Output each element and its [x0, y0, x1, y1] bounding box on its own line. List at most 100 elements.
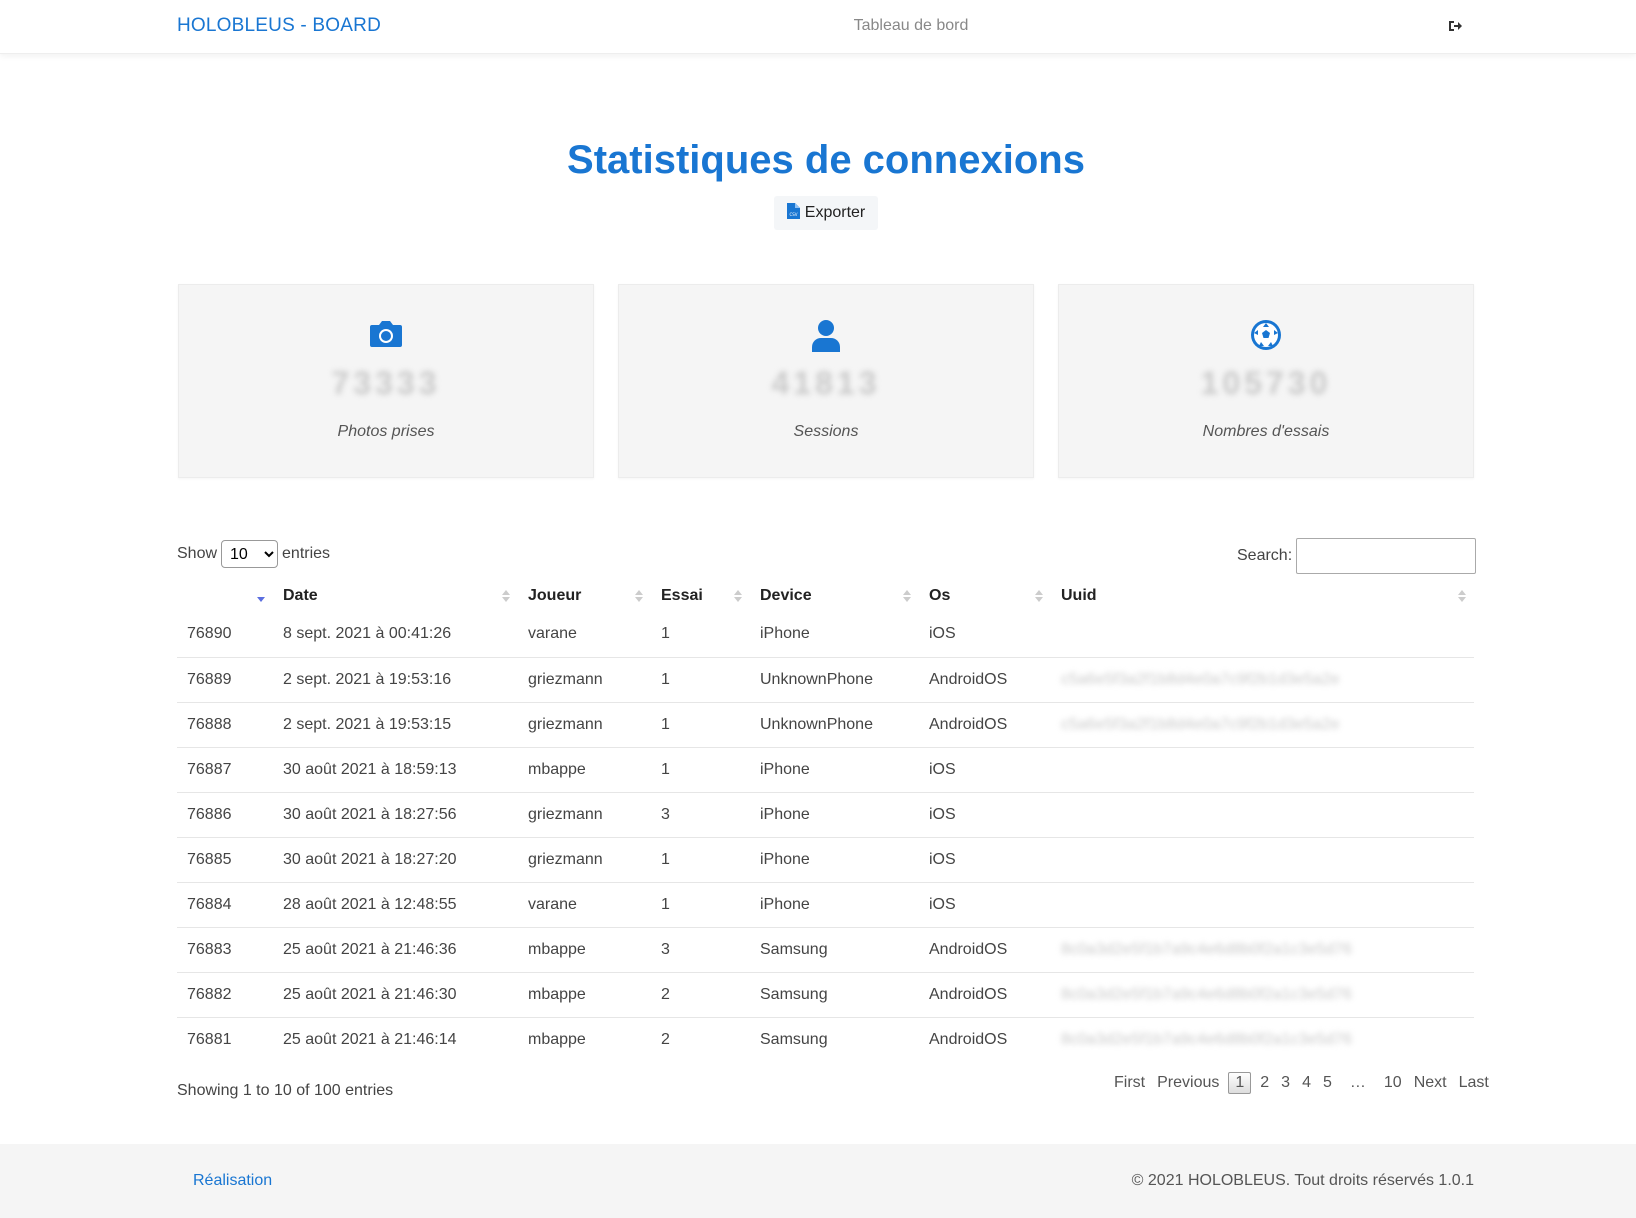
cell-os: iOS	[919, 747, 1051, 793]
table-row[interactable]: 76885 30 août 2021 à 18:27:20 griezmann 1 iP…	[177, 837, 1474, 883]
sort-both-icon	[502, 588, 510, 604]
table-row[interactable]: 76887 30 août 2021 à 18:59:13 mbappe 1 iPhon…	[177, 747, 1474, 793]
cell-uuid: c5a6e5f3a2f1b8d4e0a7c9f2b1d3e5a2e	[1051, 702, 1474, 748]
cell-os: AndroidOS	[919, 927, 1051, 973]
pagination-last[interactable]: Last	[1453, 1072, 1495, 1094]
cell-device: iPhone	[750, 792, 919, 838]
cell-id: 76884	[177, 882, 273, 928]
connections-table: Date Joueur Essai Device Os Uuid 76890 8…	[177, 580, 1474, 1062]
pagination-previous[interactable]: Previous	[1151, 1072, 1225, 1094]
cell-essai: 2	[661, 1030, 670, 1048]
cell-id: 76886	[177, 792, 273, 838]
stat-card-photos: 73333 Photos prises	[178, 284, 594, 478]
cell-device: iPhone	[750, 747, 919, 793]
page-length-control: Show 10 entries	[177, 540, 330, 568]
column-header-joueur[interactable]: Joueur	[518, 580, 651, 612]
cell-date: 30 août 2021 à 18:27:56	[273, 792, 518, 838]
cell-os: AndroidOS	[919, 702, 1051, 748]
cell-date: 30 août 2021 à 18:59:13	[273, 747, 518, 793]
table-info: Showing 1 to 10 of 100 entries	[177, 1082, 394, 1099]
cell-id: 76887	[177, 747, 273, 793]
nav-dashboard-link[interactable]: Tableau de bord	[0, 17, 1636, 35]
table-row[interactable]: 76890 8 sept. 2021 à 00:41:26 varane 1 iPhon…	[177, 612, 1474, 658]
stat-card-sessions: 41813 Sessions	[618, 284, 1034, 478]
sort-both-icon	[734, 588, 742, 604]
sort-both-icon	[903, 588, 911, 604]
cell-joueur: varane	[518, 882, 651, 928]
pagination-page-5[interactable]: 5	[1317, 1072, 1338, 1094]
column-header-device[interactable]: Device	[750, 580, 919, 612]
sign-out-icon[interactable]	[1447, 18, 1465, 36]
cell-essai: 2	[651, 972, 750, 1018]
pagination-next[interactable]: Next	[1408, 1072, 1453, 1094]
cell-date: 2 sept. 2021 à 19:53:15	[273, 702, 518, 748]
cell-id: 76888	[177, 702, 273, 748]
pagination-page-1[interactable]: 1	[1228, 1072, 1252, 1094]
cell-date: 8 sept. 2021 à 00:41:26	[273, 612, 518, 658]
cell-device: iPhone	[750, 882, 919, 928]
pagination-first[interactable]: First	[1108, 1072, 1151, 1094]
cell-device: Samsung	[750, 972, 919, 1018]
column-header-essai[interactable]: Essai	[651, 580, 750, 612]
cell-device: UnknownPhone	[750, 702, 919, 748]
realisation-link[interactable]: Réalisation	[193, 1172, 272, 1190]
cell-uuid: 8c0a3d2e5f1b7a9c4e6d8b0f2a1c3e5d76	[1051, 972, 1474, 1018]
column-header-uuid[interactable]: Uuid	[1051, 580, 1474, 612]
pagination-page-3[interactable]: 3	[1275, 1072, 1296, 1094]
table-row[interactable]: 76889 2 sept. 2021 à 19:53:16 griezmann 1 Un…	[177, 657, 1474, 703]
cell-joueur: griezmann	[518, 792, 651, 838]
page-footer: Réalisation © 2021 HOLOBLEUS. Tout droit…	[0, 1144, 1636, 1218]
page-length-select[interactable]: 10	[221, 540, 279, 568]
entries-label: entries	[282, 545, 331, 562]
cell-essai: 3	[651, 927, 750, 973]
cell-joueur: griezmann	[518, 702, 651, 748]
cell-device: iPhone	[750, 612, 919, 658]
column-header-os[interactable]: Os	[919, 580, 1051, 612]
cell-os: iOS	[919, 882, 1051, 928]
cell-id: 76885	[177, 837, 273, 883]
export-label: Exporter	[804, 204, 866, 221]
user-icon	[811, 319, 841, 358]
table-row[interactable]: 76884 28 août 2021 à 12:48:55 varane 1 iPhon…	[177, 882, 1474, 928]
cell-device: UnknownPhone	[750, 657, 919, 703]
cell-joueur: mbappe	[518, 972, 651, 1018]
table-row[interactable]: 76883 25 août 2021 à 21:46:36 mbappe 3 Samsu…	[177, 927, 1474, 973]
cell-uuid	[1051, 882, 1474, 928]
cell-joueur: griezmann	[518, 657, 651, 703]
cell-os: iOS	[919, 612, 1051, 658]
cell-joueur: mbappe	[518, 747, 651, 793]
search-input[interactable]	[1296, 538, 1477, 574]
cell-date: 25 août 2021 à 21:46:14	[283, 1030, 457, 1048]
cell-os: AndroidOS	[919, 657, 1051, 703]
top-navbar: HOLOBLEUS - BOARD Tableau de bord	[0, 0, 1636, 54]
soccer-ball-icon	[1250, 319, 1282, 356]
cell-essai: 1	[651, 837, 750, 883]
pagination-page-2[interactable]: 2	[1254, 1072, 1275, 1094]
table-row[interactable]: 76882 25 août 2021 à 21:46:30 mbappe 2 Samsu…	[177, 972, 1474, 1018]
sessions-count: 41813	[771, 365, 881, 401]
cell-date: 2 sept. 2021 à 19:53:16	[273, 657, 518, 703]
cell-essai: 3	[651, 792, 750, 838]
cell-essai: 1	[651, 882, 750, 928]
pagination-page-4[interactable]: 4	[1296, 1072, 1317, 1094]
pagination-page-10[interactable]: 10	[1378, 1072, 1408, 1094]
attempts-count: 105730	[1200, 365, 1332, 401]
table-row[interactable]: 76888 2 sept. 2021 à 19:53:15 griezmann 1 Un…	[177, 702, 1474, 748]
page-title: Statistiques de connexions	[567, 138, 1085, 182]
cell-uuid	[1051, 612, 1474, 658]
cell-os: AndroidOS	[919, 972, 1051, 1018]
search-label: Search:	[1237, 547, 1293, 564]
cell-os: AndroidOS	[929, 1030, 1008, 1048]
photos-label: Photos prises	[337, 423, 435, 440]
table-row[interactable]: 76886 30 août 2021 à 18:27:56 griezmann 3 iP…	[177, 792, 1474, 838]
table-row[interactable]: 76881 25 août 2021 à 21:46:14 mbappe 2 Samsu…	[177, 1017, 1474, 1062]
export-button[interactable]: CSV Exporter	[774, 196, 878, 230]
cell-id: 76889	[177, 657, 273, 703]
cell-date: 28 août 2021 à 12:48:55	[273, 882, 518, 928]
column-header-date[interactable]: Date	[273, 580, 518, 612]
cell-joueur: varane	[518, 612, 651, 658]
column-header-id[interactable]	[177, 580, 273, 612]
cell-joueur: griezmann	[518, 837, 651, 883]
cell-id: 76890	[177, 612, 273, 658]
cell-joueur: mbappe	[518, 927, 651, 973]
